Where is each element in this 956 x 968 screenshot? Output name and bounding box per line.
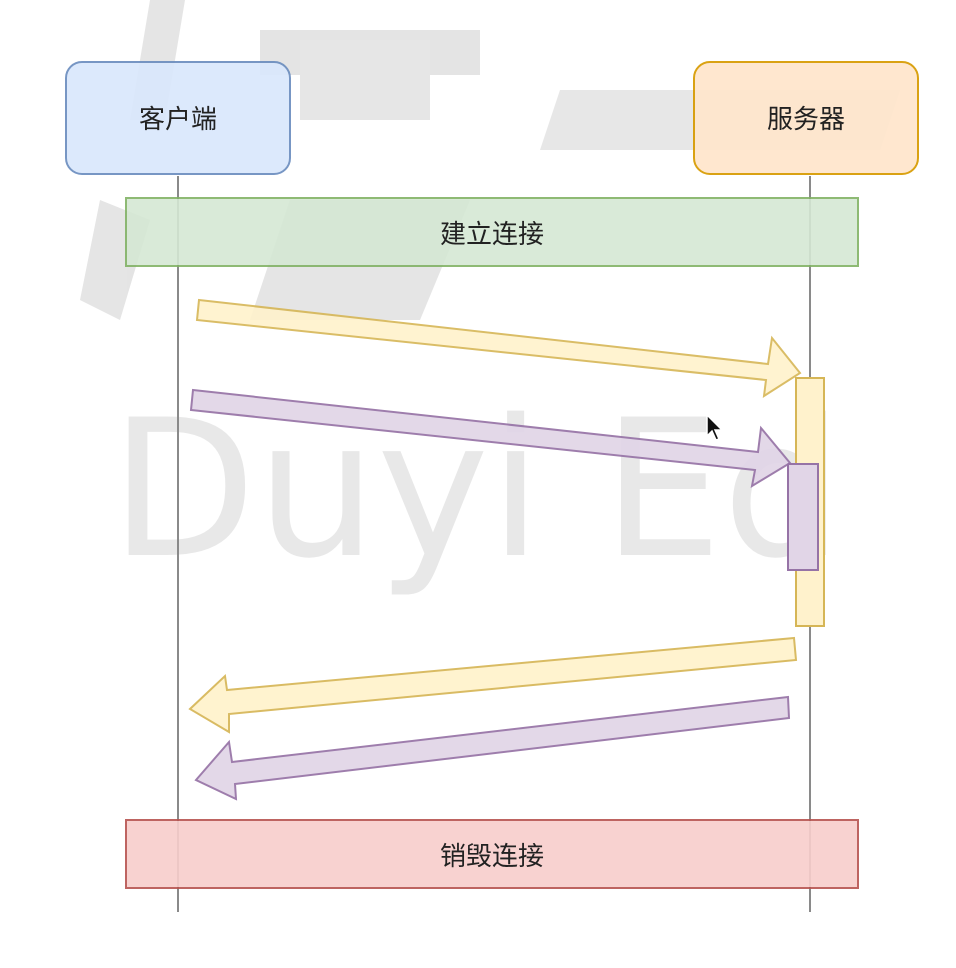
connect-phase-label: 建立连接 xyxy=(440,220,544,250)
server-participant[interactable]: 服务器 xyxy=(693,61,919,175)
server-label: 服务器 xyxy=(767,105,845,135)
client-label: 客户端 xyxy=(139,105,217,135)
response-arrow-purple xyxy=(194,695,791,801)
connect-phase-bar[interactable]: 建立连接 xyxy=(125,197,859,267)
sequence-diagram: Duyi Ed 客户端 服务器 建立连接 销毁连接 xyxy=(65,0,919,912)
mouse-cursor-icon xyxy=(706,414,724,441)
disconnect-phase-label: 销毁连接 xyxy=(440,842,544,872)
disconnect-phase-bar[interactable]: 销毁连接 xyxy=(125,819,859,889)
client-participant[interactable]: 客户端 xyxy=(65,61,291,175)
server-activation-purple xyxy=(787,463,819,571)
